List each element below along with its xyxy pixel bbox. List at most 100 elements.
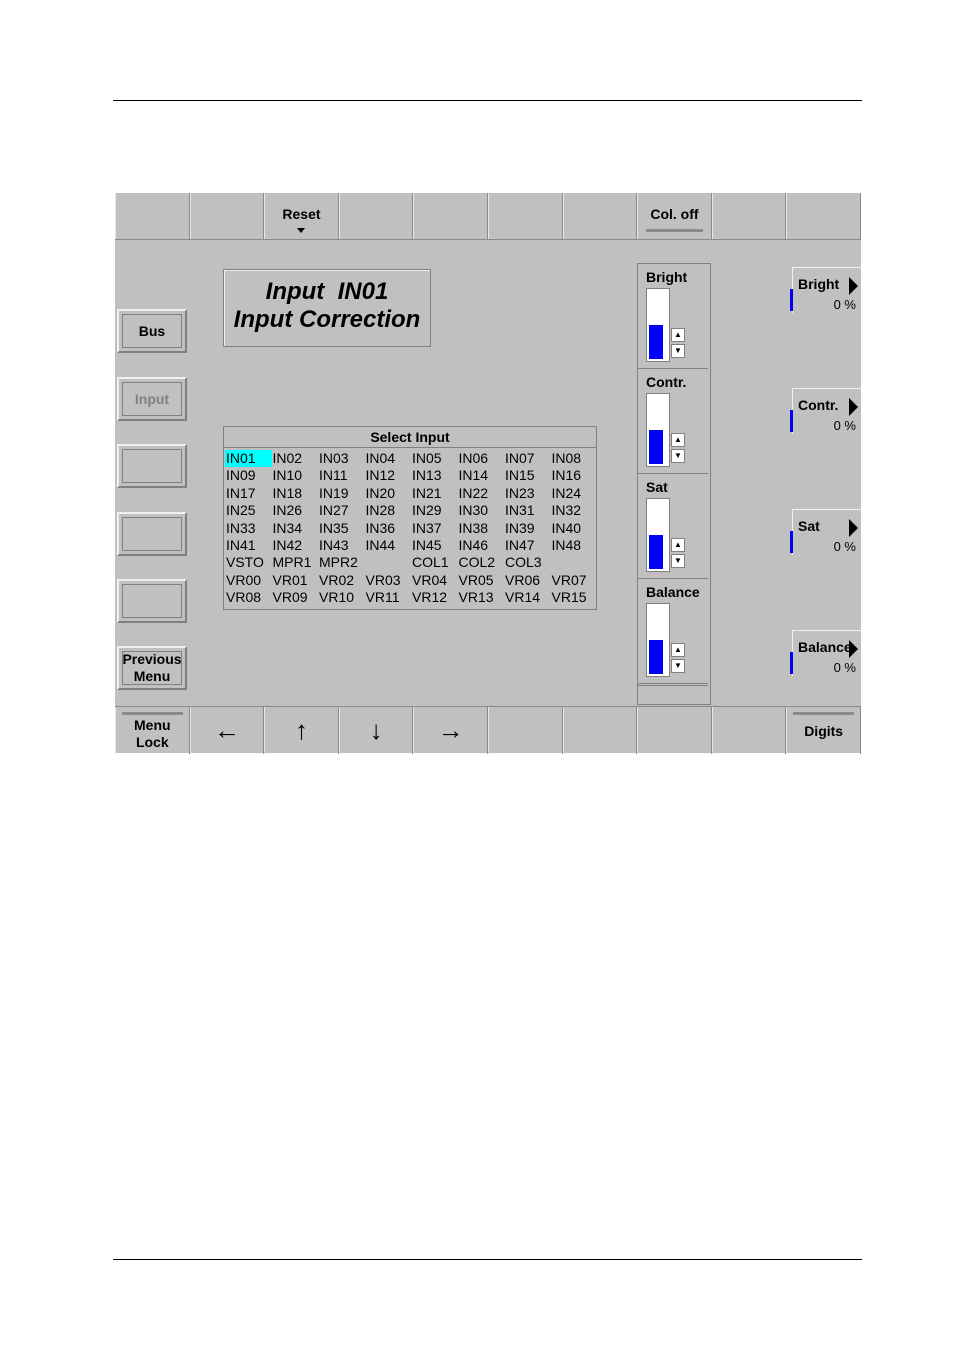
input-cell-mpr2[interactable]: MPR2 bbox=[318, 554, 365, 571]
input-cell-mpr1[interactable]: MPR1 bbox=[272, 554, 319, 571]
increment-arrow-icon[interactable]: ▲ bbox=[671, 433, 685, 447]
input-cell-vr12[interactable]: VR12 bbox=[411, 589, 458, 606]
softkey-5[interactable] bbox=[413, 193, 488, 239]
input-button[interactable]: Input bbox=[117, 377, 187, 421]
side-button-5[interactable] bbox=[117, 579, 187, 623]
softkey-b7[interactable] bbox=[562, 707, 638, 754]
input-cell-in41[interactable]: IN41 bbox=[225, 537, 272, 554]
input-cell-vr04[interactable]: VR04 bbox=[411, 572, 458, 589]
input-cell-vr06[interactable]: VR06 bbox=[504, 572, 551, 589]
softkey-b6[interactable] bbox=[487, 707, 563, 754]
input-cell-in13[interactable]: IN13 bbox=[411, 467, 458, 484]
value-button-balance[interactable]: Balance 0 % bbox=[790, 630, 861, 676]
input-cell-col3[interactable]: COL3 bbox=[504, 554, 551, 571]
increment-arrow-icon[interactable]: ▲ bbox=[671, 328, 685, 342]
previous-menu-button[interactable]: Previous Menu bbox=[117, 646, 187, 690]
input-cell-in46[interactable]: IN46 bbox=[458, 537, 505, 554]
digits-button[interactable]: Digits bbox=[786, 707, 861, 754]
input-cell-in30[interactable]: IN30 bbox=[458, 502, 505, 519]
input-cell-in17[interactable]: IN17 bbox=[225, 485, 272, 502]
value-button-sat[interactable]: Sat 0 % bbox=[790, 509, 861, 555]
input-cell-vr09[interactable]: VR09 bbox=[272, 589, 319, 606]
input-cell-in23[interactable]: IN23 bbox=[504, 485, 551, 502]
softkey-b8[interactable] bbox=[637, 707, 712, 754]
input-cell-col2[interactable]: COL2 bbox=[458, 554, 505, 571]
input-cell-in06[interactable]: IN06 bbox=[458, 450, 505, 467]
softkey-6[interactable] bbox=[487, 193, 563, 239]
softkey-1[interactable] bbox=[115, 193, 190, 239]
softkey-10[interactable] bbox=[786, 193, 861, 239]
input-cell-vsto[interactable]: VSTO bbox=[225, 554, 272, 571]
menu-lock-button[interactable]: Menu Lock bbox=[115, 707, 190, 754]
input-cell-in44[interactable]: IN44 bbox=[365, 537, 412, 554]
input-cell-in09[interactable]: IN09 bbox=[225, 467, 272, 484]
input-cell-in03[interactable]: IN03 bbox=[318, 450, 365, 467]
input-cell-in39[interactable]: IN39 bbox=[504, 520, 551, 537]
input-cell-in28[interactable]: IN28 bbox=[365, 502, 412, 519]
softkey-b9[interactable] bbox=[711, 707, 787, 754]
right-arrow-button[interactable]: → bbox=[413, 707, 488, 754]
input-cell-in29[interactable]: IN29 bbox=[411, 502, 458, 519]
input-cell-vr03[interactable]: VR03 bbox=[365, 572, 412, 589]
input-cell-in25[interactable]: IN25 bbox=[225, 502, 272, 519]
input-cell-in01[interactable]: IN01 bbox=[225, 450, 272, 468]
input-cell-in05[interactable]: IN05 bbox=[411, 450, 458, 467]
left-arrow-button[interactable]: ← bbox=[189, 707, 265, 754]
softkey-2[interactable] bbox=[189, 193, 265, 239]
input-cell-vr10[interactable]: VR10 bbox=[318, 589, 365, 606]
input-cell-in02[interactable]: IN02 bbox=[272, 450, 319, 467]
input-cell-in11[interactable]: IN11 bbox=[318, 467, 365, 484]
input-cell-in12[interactable]: IN12 bbox=[365, 467, 412, 484]
input-cell-in18[interactable]: IN18 bbox=[272, 485, 319, 502]
increment-arrow-icon[interactable]: ▲ bbox=[671, 643, 685, 657]
input-cell-in37[interactable]: IN37 bbox=[411, 520, 458, 537]
input-cell-in35[interactable]: IN35 bbox=[318, 520, 365, 537]
input-cell-in15[interactable]: IN15 bbox=[504, 467, 551, 484]
input-cell-vr05[interactable]: VR05 bbox=[458, 572, 505, 589]
input-cell-vr01[interactable]: VR01 bbox=[272, 572, 319, 589]
input-cell-in27[interactable]: IN27 bbox=[318, 502, 365, 519]
input-cell-col1[interactable]: COL1 bbox=[411, 554, 458, 571]
input-cell-in38[interactable]: IN38 bbox=[458, 520, 505, 537]
value-button-bright[interactable]: Bright 0 % bbox=[790, 267, 861, 313]
slider-track[interactable] bbox=[646, 393, 670, 467]
up-arrow-button[interactable]: ↑ bbox=[264, 707, 339, 754]
input-cell-in47[interactable]: IN47 bbox=[504, 537, 551, 554]
decrement-arrow-icon[interactable]: ▼ bbox=[671, 554, 685, 568]
input-cell-in16[interactable]: IN16 bbox=[551, 467, 598, 484]
input-cell-vr14[interactable]: VR14 bbox=[504, 589, 551, 606]
input-cell-in45[interactable]: IN45 bbox=[411, 537, 458, 554]
reset-button[interactable]: Reset bbox=[264, 193, 339, 239]
input-cell-in48[interactable]: IN48 bbox=[551, 537, 598, 554]
input-cell-in14[interactable]: IN14 bbox=[458, 467, 505, 484]
input-cell-in22[interactable]: IN22 bbox=[458, 485, 505, 502]
col-off-button[interactable]: Col. off bbox=[637, 193, 712, 239]
input-cell-in42[interactable]: IN42 bbox=[272, 537, 319, 554]
decrement-arrow-icon[interactable]: ▼ bbox=[671, 449, 685, 463]
input-cell-in10[interactable]: IN10 bbox=[272, 467, 319, 484]
input-cell-in24[interactable]: IN24 bbox=[551, 485, 598, 502]
input-cell-in07[interactable]: IN07 bbox=[504, 450, 551, 467]
softkey-7[interactable] bbox=[562, 193, 638, 239]
slider-track[interactable] bbox=[646, 498, 670, 572]
down-arrow-button[interactable]: ↓ bbox=[338, 707, 414, 754]
side-button-4[interactable] bbox=[117, 512, 187, 556]
input-cell-in34[interactable]: IN34 bbox=[272, 520, 319, 537]
input-cell-in04[interactable]: IN04 bbox=[365, 450, 412, 467]
input-cell-in31[interactable]: IN31 bbox=[504, 502, 551, 519]
input-cell-in21[interactable]: IN21 bbox=[411, 485, 458, 502]
softkey-4[interactable] bbox=[338, 193, 414, 239]
input-cell-vr00[interactable]: VR00 bbox=[225, 572, 272, 589]
input-cell-vr11[interactable]: VR11 bbox=[365, 589, 412, 606]
input-cell-in36[interactable]: IN36 bbox=[365, 520, 412, 537]
input-cell-vr08[interactable]: VR08 bbox=[225, 589, 272, 606]
input-cell-vr07[interactable]: VR07 bbox=[551, 572, 598, 589]
slider-track[interactable] bbox=[646, 288, 670, 362]
input-cell-in20[interactable]: IN20 bbox=[365, 485, 412, 502]
input-cell-in33[interactable]: IN33 bbox=[225, 520, 272, 537]
input-cell-vr13[interactable]: VR13 bbox=[458, 589, 505, 606]
value-button-contr[interactable]: Contr. 0 % bbox=[790, 388, 861, 434]
decrement-arrow-icon[interactable]: ▼ bbox=[671, 344, 685, 358]
input-cell-in43[interactable]: IN43 bbox=[318, 537, 365, 554]
input-cell-vr02[interactable]: VR02 bbox=[318, 572, 365, 589]
